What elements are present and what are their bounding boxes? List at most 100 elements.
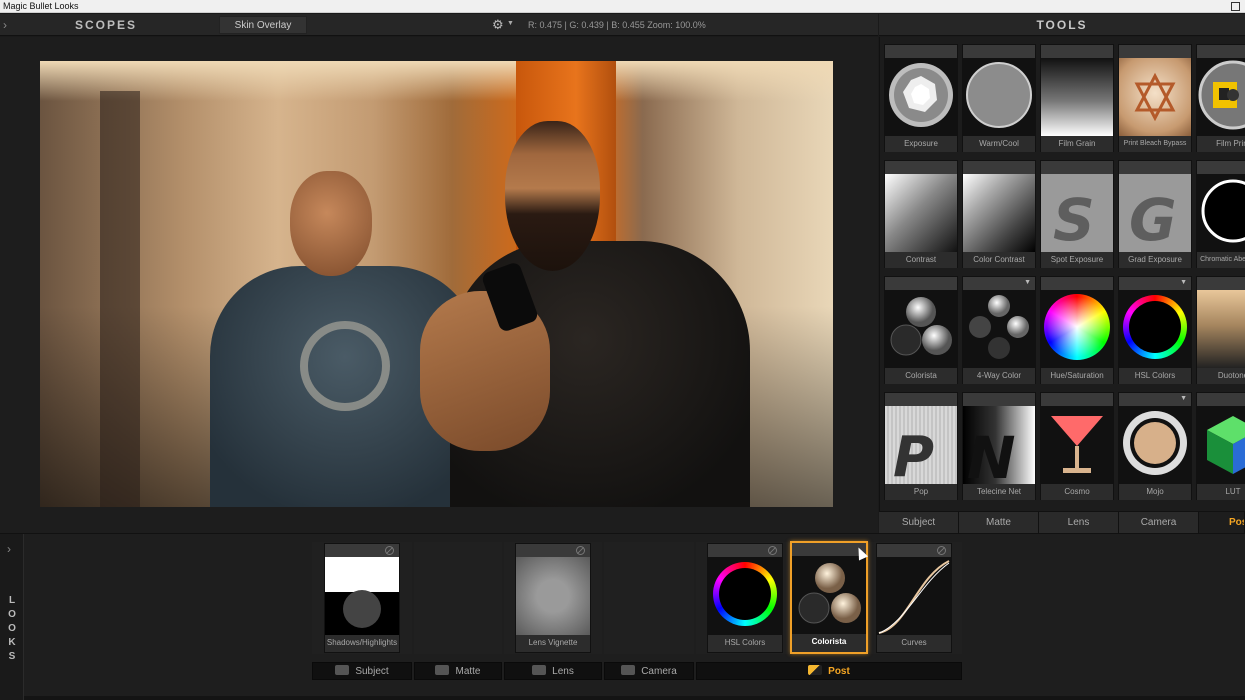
tool-pop[interactable]: P Pop <box>884 392 958 500</box>
tool-label: Print Bleach Bypass <box>1119 136 1191 152</box>
tile-header <box>1197 393 1245 406</box>
tool-lut[interactable]: LUT <box>1196 392 1245 500</box>
maximize-button[interactable] <box>1231 2 1240 11</box>
looks-category-lens[interactable]: Lens <box>504 662 602 680</box>
chevron-down-icon[interactable]: ▼ <box>1180 395 1187 402</box>
scopes-toggle[interactable]: SCOPES <box>60 14 152 36</box>
tool-contrast[interactable]: Contrast <box>884 160 958 268</box>
looks-category-matte[interactable]: Matte <box>414 662 502 680</box>
disable-icon[interactable] <box>576 546 585 555</box>
tool-label: Chromatic Aberration <box>1197 252 1245 268</box>
tool-telecine-net[interactable]: N Telecine Net <box>962 392 1036 500</box>
tool-spot-exposure[interactable]: S Spot Exposure <box>1040 160 1114 268</box>
look-label: Lens Vignette <box>516 635 590 651</box>
four-way-color-icon <box>963 290 1035 368</box>
tool-label: Colorista <box>885 368 957 384</box>
gear-icon[interactable]: ⚙ <box>492 17 504 33</box>
tool-grad-exposure[interactable]: G Grad Exposure <box>1118 160 1192 268</box>
tool-4-way-color[interactable]: ▼ 4-Way Color <box>962 276 1036 384</box>
rgb-zoom-readout: R: 0.475 | G: 0.439 | B: 0.455 Zoom: 100… <box>528 20 706 30</box>
person-left-shirt-logo <box>300 321 390 411</box>
tab-post[interactable]: Post <box>1199 512 1245 533</box>
tool-label: Grad Exposure <box>1119 252 1191 268</box>
tab-camera[interactable]: Camera <box>1119 512 1199 533</box>
tool-colorista[interactable]: Colorista <box>884 276 958 384</box>
look-tile-colorista[interactable]: Colorista <box>790 541 868 654</box>
contrast-icon <box>885 174 957 252</box>
tile-header <box>708 544 782 557</box>
tab-matte[interactable]: Matte <box>959 512 1039 533</box>
camera-slot[interactable] <box>604 542 694 654</box>
tool-label: Color Contrast <box>963 252 1035 268</box>
shadows-highlights-icon <box>325 557 399 635</box>
skin-overlay-button[interactable]: Skin Overlay <box>219 16 307 34</box>
preview-viewer <box>0 37 878 533</box>
chevron-down-icon[interactable]: ▼ <box>507 20 514 27</box>
tool-chromatic-aberration[interactable]: Chromatic Aberration <box>1196 160 1245 268</box>
tile-header <box>516 544 590 557</box>
tool-film-print[interactable]: Film Print <box>1196 44 1245 152</box>
tile-header <box>1197 161 1245 174</box>
hue-wheel <box>1044 294 1110 360</box>
look-tile-hsl-colors[interactable]: HSL Colors <box>707 543 783 653</box>
person-right-head <box>505 121 600 271</box>
tile-header <box>885 277 957 290</box>
spot-exposure-icon: S <box>1041 174 1113 252</box>
tile-header <box>1041 277 1113 290</box>
tool-label: HSL Colors <box>1119 368 1191 384</box>
chevron-right-icon[interactable]: › <box>7 542 11 556</box>
tool-label: Contrast <box>885 252 957 268</box>
tool-mojo[interactable]: ▼ Mojo <box>1118 392 1192 500</box>
svg-text:G: G <box>1129 186 1177 252</box>
looks-category-subject[interactable]: Subject <box>312 662 412 680</box>
looks-category-camera[interactable]: Camera <box>604 662 694 680</box>
tool-film-grain[interactable]: Film Grain <box>1040 44 1114 152</box>
category-label: Lens <box>552 666 574 677</box>
tool-hsl-colors[interactable]: ▼ HSL Colors <box>1118 276 1192 384</box>
tool-label: Exposure <box>885 136 957 152</box>
looks-sidebar[interactable]: › L O O K S <box>0 534 24 700</box>
tile-header: ▼ <box>963 277 1035 290</box>
person-left-head <box>290 171 372 276</box>
tools-panel: Exposure Warm/Cool Film Grain Print Blea… <box>879 37 1245 511</box>
preview-image[interactable] <box>40 61 833 507</box>
lut-cube-icon <box>1197 406 1245 484</box>
look-label: Colorista <box>792 634 866 650</box>
tile-header <box>885 393 957 406</box>
hsl-ring-inner <box>1129 301 1181 353</box>
disable-icon[interactable] <box>937 546 946 555</box>
tab-lens[interactable]: Lens <box>1039 512 1119 533</box>
tool-hue-saturation[interactable]: Hue/Saturation <box>1040 276 1114 384</box>
tool-print-bleach-bypass[interactable]: Print Bleach Bypass <box>1118 44 1192 152</box>
grad-exposure-icon: G <box>1119 174 1191 252</box>
chevron-down-icon[interactable]: ▼ <box>1180 279 1187 286</box>
tool-label: Pop <box>885 484 957 500</box>
tile-header <box>963 45 1035 58</box>
camera-icon <box>621 665 636 675</box>
cocktail-glass-icon <box>1041 406 1113 484</box>
aperture-icon <box>885 58 957 136</box>
chevron-down-icon[interactable]: ▼ <box>1024 279 1031 286</box>
tool-warm-cool[interactable]: Warm/Cool <box>962 44 1036 152</box>
look-tile-lens-vignette[interactable]: Lens Vignette <box>515 543 591 653</box>
pop-icon: P <box>885 406 957 484</box>
matte-icon <box>435 665 450 675</box>
tool-label: Warm/Cool <box>963 136 1035 152</box>
tool-label: Duotone <box>1197 368 1245 384</box>
look-tile-curves[interactable]: Curves <box>876 543 952 653</box>
category-label: Camera <box>641 666 677 677</box>
tool-duotone[interactable]: Duotone <box>1196 276 1245 384</box>
looks-letter: K <box>8 637 16 648</box>
hsl-ring-icon <box>708 557 782 635</box>
disable-icon[interactable] <box>768 546 777 555</box>
look-tile-shadows-highlights[interactable]: Shadows/Highlights <box>324 543 400 653</box>
matte-slot[interactable] <box>414 542 502 654</box>
looks-category-post[interactable]: Post <box>696 662 962 680</box>
tile-header <box>1119 161 1191 174</box>
tool-color-contrast[interactable]: Color Contrast <box>962 160 1036 268</box>
tool-exposure[interactable]: Exposure <box>884 44 958 152</box>
disable-icon[interactable] <box>385 546 394 555</box>
tool-cosmo[interactable]: Cosmo <box>1040 392 1114 500</box>
tab-subject[interactable]: Subject <box>879 512 959 533</box>
chevron-right-icon[interactable]: › <box>3 18 7 32</box>
